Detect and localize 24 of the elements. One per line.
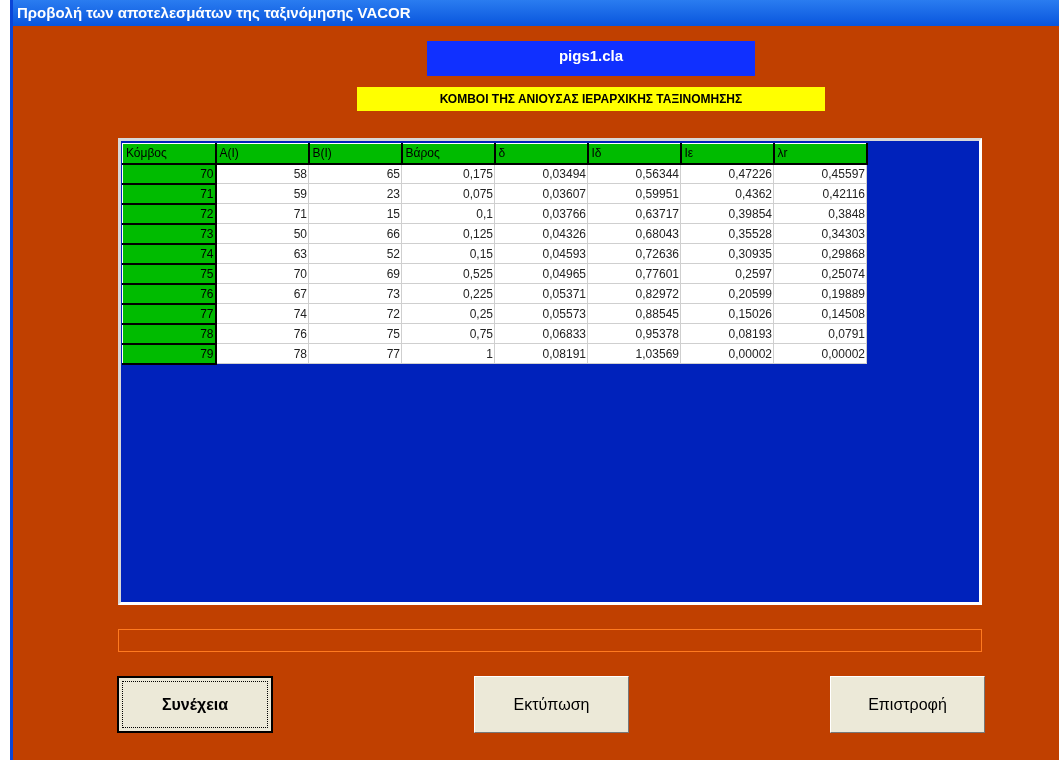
column-header: λr [773, 143, 867, 164]
column-header: Κόμβος [122, 143, 216, 164]
row-header: 75 [122, 263, 216, 284]
file-name-label: pigs1.cla [427, 41, 755, 76]
window-title: Προβολή των αποτελεσμάτων της ταξινόμησης VACOR [13, 0, 1059, 26]
row-header: 74 [122, 243, 216, 264]
row-header: 78 [122, 323, 216, 344]
column-header: B(I) [308, 143, 402, 164]
row-header: 71 [122, 183, 216, 204]
column-header: Βάρος [401, 143, 495, 164]
dialog-button[interactable]: Συνέχεια [117, 676, 273, 733]
column-header: Iδ [587, 143, 681, 164]
row-header: 76 [122, 283, 216, 304]
row-header: 70 [122, 163, 216, 184]
dialog-button[interactable]: Επιστροφή [830, 676, 985, 733]
row-header: 73 [122, 223, 216, 244]
row-header: 72 [122, 203, 216, 224]
dialog-button[interactable]: Εκτύπωση [474, 676, 629, 733]
row-header: 79 [122, 343, 216, 364]
row-header: 77 [122, 303, 216, 324]
column-header: δ [494, 143, 588, 164]
column-header: A(I) [215, 143, 309, 164]
heading-label: ΚΟΜΒΟΙ ΤΗΣ ΑΝΙΟΥΣΑΣ ΙΕΡΑΡΧΙΚΗΣ ΤΑΞΙΝΟΜΗΣΗΣ [357, 87, 825, 111]
column-header: Iε [680, 143, 774, 164]
